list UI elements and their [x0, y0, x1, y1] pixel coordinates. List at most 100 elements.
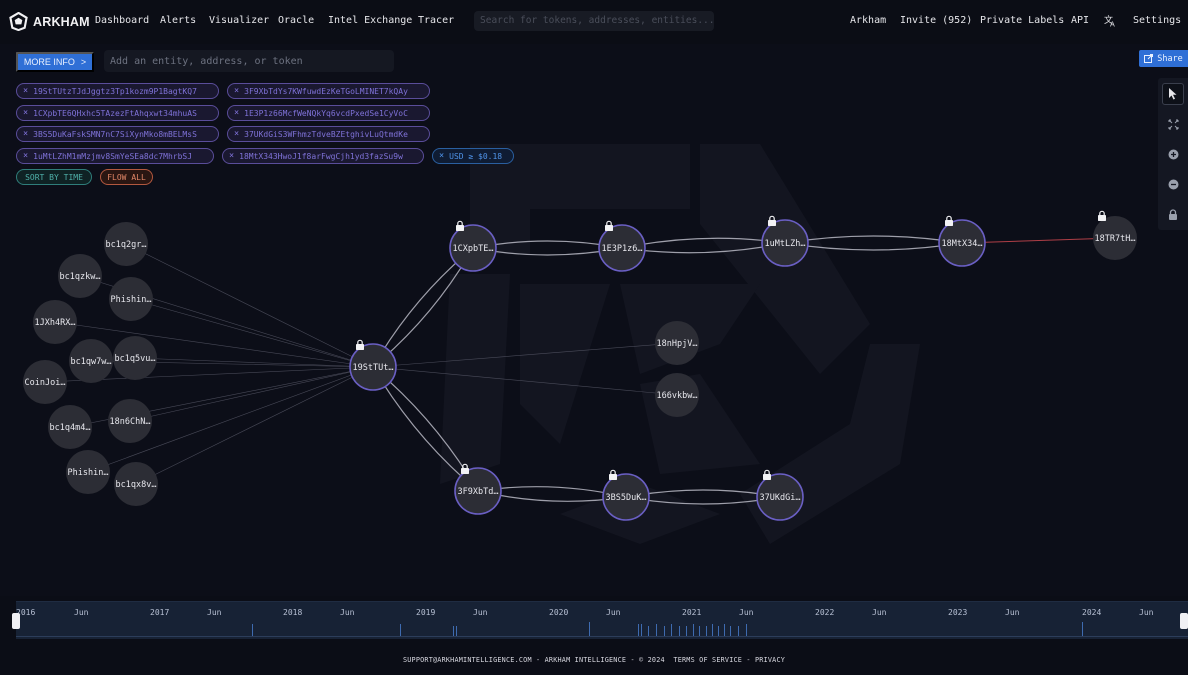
- node-label: bc1qzkw…: [60, 272, 101, 282]
- node-label: CoinJoi…: [25, 378, 66, 388]
- transaction-edge[interactable]: [372, 366, 678, 396]
- visualizer-canvas[interactable]: MORE INFO > × 19StTUtzTJdJggtz3Tp1kozm9P…: [0, 44, 1188, 596]
- footer-separator: -: [531, 656, 545, 664]
- transaction-edge[interactable]: [784, 235, 963, 244]
- timeline-tick-label: Jun: [1005, 608, 1020, 617]
- node-label: 18n6ChN…: [110, 417, 151, 427]
- address-node[interactable]: 18TR7tH…: [1093, 210, 1137, 260]
- nav-intel-exchange[interactable]: Intel Exchange: [328, 15, 412, 26]
- address-node[interactable]: bc1q2gr…: [104, 222, 148, 266]
- tracked-address-node[interactable]: 19StTUt…: [349, 339, 397, 391]
- timeline-scrubber[interactable]: 2016 Jun 2017 Jun 2018 Jun 2019 Jun 2020 Jun 2021 J…: [12, 601, 1188, 639]
- transaction-edge[interactable]: [125, 243, 374, 368]
- nav-api[interactable]: API: [1071, 15, 1089, 26]
- node-label: 3BS5DuK…: [606, 493, 647, 503]
- tracked-address-node[interactable]: 18MtX34…: [938, 215, 986, 267]
- transaction-edge[interactable]: [135, 366, 374, 485]
- transaction-edge[interactable]: [130, 298, 374, 368]
- tracked-address-node[interactable]: 3BS5DuK…: [602, 469, 650, 521]
- transaction-edge[interactable]: [372, 342, 678, 368]
- timeline-tick-label: Jun: [606, 608, 621, 617]
- node-label: 1uMtLZh…: [765, 239, 806, 249]
- transaction-edge[interactable]: [621, 237, 786, 249]
- transaction-edge[interactable]: [784, 242, 963, 251]
- node-label: 1JXh4RX…: [35, 318, 76, 328]
- address-node[interactable]: Phishin…: [66, 450, 110, 494]
- timeline-activity-bar: [699, 626, 700, 636]
- nav-visualizer[interactable]: Visualizer: [209, 15, 269, 26]
- node-label: 19StTUt…: [353, 363, 394, 373]
- address-node[interactable]: CoinJoi…: [23, 360, 67, 404]
- global-search-input[interactable]: Search for tokens, addresses, entities..…: [474, 11, 714, 31]
- nav-arkham[interactable]: Arkham: [850, 15, 886, 26]
- timeline-activity-bar: [686, 626, 687, 636]
- address-node[interactable]: 166vkbw…: [655, 373, 699, 417]
- tracked-address-node[interactable]: 3F9XbTd…: [454, 463, 502, 515]
- timeline-activity-bar: [730, 626, 731, 636]
- timeline-tick-label: Jun: [1139, 608, 1154, 617]
- address-node[interactable]: bc1qw7w…: [69, 339, 113, 383]
- transaction-edge[interactable]: [129, 366, 374, 422]
- timeline-tick-label: Jun: [340, 608, 355, 617]
- timeline-tick-label: Jun: [473, 608, 488, 617]
- timeline-activity-bar: [693, 624, 694, 636]
- timeline-baseline: [16, 636, 1188, 637]
- address-node[interactable]: Phishin…: [109, 277, 153, 321]
- timeline-tick-label: Jun: [739, 608, 754, 617]
- nav-settings[interactable]: Settings: [1133, 15, 1181, 26]
- lock-icon: [356, 339, 364, 350]
- nav-invite[interactable]: Invite (952): [900, 15, 972, 26]
- transaction-edge[interactable]: [621, 242, 786, 254]
- node-label: bc1q5vu…: [115, 354, 156, 364]
- tracked-address-node[interactable]: 1CXpbTE…: [449, 220, 497, 272]
- timeline-activity-bar: [638, 624, 639, 636]
- nav-private-labels[interactable]: Private Labels: [980, 15, 1064, 26]
- address-node[interactable]: bc1qzkw…: [58, 254, 102, 298]
- node-label: 37UKdGi…: [760, 493, 801, 503]
- node-label: Phishin…: [68, 468, 109, 478]
- nav-oracle[interactable]: Oracle: [278, 15, 314, 26]
- timeline-tick-label: 2020: [549, 608, 569, 617]
- tracked-address-node[interactable]: 1uMtLZh…: [761, 215, 809, 267]
- brand-name: ARKHAM: [33, 14, 90, 29]
- translate-icon[interactable]: 文A: [1104, 14, 1117, 30]
- nav-tracer[interactable]: Tracer: [418, 15, 454, 26]
- timeline-end-handle[interactable]: [1180, 613, 1188, 629]
- address-node[interactable]: 18n6ChN…: [108, 399, 152, 443]
- support-email-link[interactable]: SUPPORT@ARKHAMINTELLIGENCE.COM: [403, 656, 532, 664]
- nav-alerts[interactable]: Alerts: [160, 15, 196, 26]
- node-label: 18TR7tH…: [1095, 234, 1136, 244]
- entity-graph[interactable]: bc1q2gr… bc1qzkw… Phishin… 1JXh4RX… bc1qw7w……: [0, 44, 1188, 596]
- timeline-activity-bar: [706, 626, 707, 636]
- privacy-link[interactable]: PRIVACY: [755, 656, 785, 664]
- timeline-tick-label: 2018: [283, 608, 303, 617]
- tracked-address-node[interactable]: 37UKdGi…: [756, 469, 804, 521]
- address-node[interactable]: bc1qx8v…: [114, 462, 158, 506]
- timeline-activity-bar: [1082, 622, 1083, 636]
- timeline-tick-label: Jun: [74, 608, 89, 617]
- lock-icon: [1098, 210, 1106, 221]
- timeline-activity-bar: [252, 624, 253, 636]
- timeline-tick-label: 2022: [815, 608, 835, 617]
- address-node[interactable]: bc1q4m4…: [48, 405, 92, 449]
- footer-separator: -: [742, 656, 755, 664]
- address-node[interactable]: bc1q5vu…: [113, 336, 157, 380]
- footer: SUPPORT@ARKHAMINTELLIGENCE.COM - ARKHAM …: [0, 656, 1188, 664]
- timeline-activity-bar: [712, 624, 713, 636]
- nav-dashboard[interactable]: Dashboard: [95, 15, 149, 26]
- node-label: bc1q4m4…: [50, 423, 91, 433]
- timeline-activity-bar: [641, 624, 642, 636]
- node-label: 18nHpjV…: [657, 339, 698, 349]
- timeline-tick-label: 2019: [416, 608, 436, 617]
- footer-copyright: ARKHAM INTELLIGENCE - © 2024: [544, 656, 665, 664]
- arkham-logo[interactable]: ARKHAM: [9, 12, 90, 31]
- terms-of-service-link[interactable]: TERMS OF SERVICE: [673, 656, 742, 664]
- timeline-tick-label: 2017: [150, 608, 170, 617]
- tracked-address-node[interactable]: 1E3P1z6…: [598, 220, 646, 272]
- timeline-start-handle[interactable]: [12, 613, 20, 629]
- timeline-tick-label: 2023: [948, 608, 968, 617]
- address-node[interactable]: 1JXh4RX…: [33, 300, 77, 344]
- timeline-activity-bar: [746, 624, 747, 636]
- node-label: Phishin…: [111, 295, 152, 305]
- address-node[interactable]: 18nHpjV…: [655, 321, 699, 365]
